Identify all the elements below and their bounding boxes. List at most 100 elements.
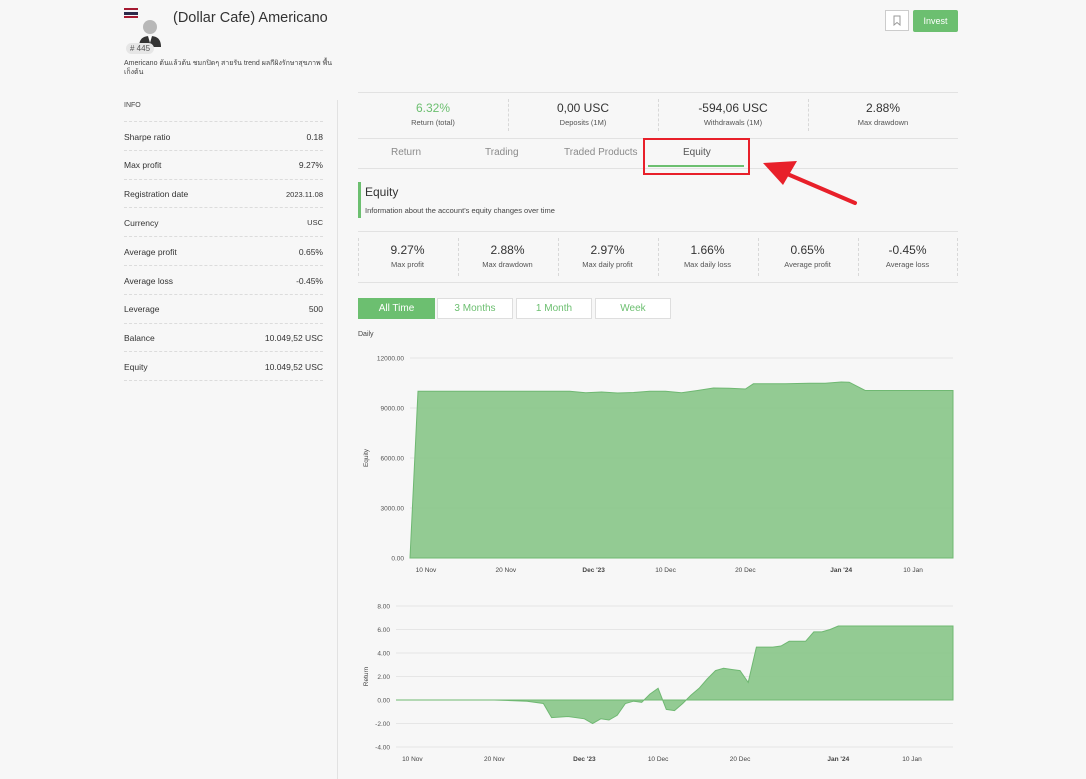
- divider: [358, 231, 958, 232]
- summary-label: Withdrawals (1M): [703, 118, 763, 127]
- y-tick-label: 12000.00: [377, 356, 404, 363]
- x-tick-label: 10 Nov: [402, 756, 423, 763]
- metric-label: Average loss: [885, 260, 930, 269]
- section-title: Equity: [365, 185, 399, 199]
- invest-button[interactable]: Invest: [913, 10, 958, 32]
- metric-value: -0.45%: [888, 243, 927, 257]
- series-area: [409, 381, 954, 559]
- bookmark-icon: [893, 15, 901, 26]
- account-description: Americano ต้นแล้วต้น ชมกปิดๆ สายรัน tren…: [124, 60, 332, 76]
- info-value: USC: [307, 218, 323, 228]
- x-tick-label: Jan '24: [830, 567, 852, 574]
- info-label: Average loss: [124, 275, 173, 286]
- summary-max-drawdown: 2.88% Max drawdown: [808, 101, 958, 127]
- tab-return[interactable]: Return: [391, 147, 421, 158]
- x-tick-label: 10 Jan: [902, 756, 922, 763]
- x-tick-label: 20 Dec: [735, 567, 756, 574]
- x-tick-label: 10 Dec: [655, 567, 676, 574]
- y-axis-label: Return: [363, 666, 370, 686]
- range-1-month-button[interactable]: 1 Month: [516, 298, 592, 319]
- info-row: Registration date 2023.11.08: [124, 178, 323, 209]
- info-row: Balance 10.049,52 USC: [124, 322, 323, 353]
- annotation-highlight-box: [643, 138, 750, 175]
- thailand-flag-icon: [124, 8, 138, 19]
- info-row: Currency USC: [124, 207, 323, 237]
- metric-label: Max profit: [391, 260, 424, 269]
- section-subtitle: Information about the account's equity c…: [365, 206, 555, 215]
- info-value: 2023.11.08: [286, 189, 323, 199]
- metric-value: 0.65%: [790, 243, 825, 257]
- metric-stat: 0.65% Average profit: [758, 243, 857, 269]
- y-tick-label: 3000.00: [381, 506, 405, 513]
- page: # 445 (Dollar Cafe) Americano Americano …: [0, 0, 1086, 779]
- stat-separator: [508, 99, 509, 131]
- info-label: Sharpe ratio: [124, 131, 171, 142]
- info-value: 10.049,52 USC: [264, 361, 323, 372]
- x-tick-label: 10 Nov: [416, 567, 437, 574]
- info-label: Leverage: [124, 304, 160, 315]
- metric-value: 2.97%: [590, 243, 625, 257]
- x-tick-label: 20 Nov: [496, 567, 517, 574]
- series-area: [396, 625, 954, 725]
- stat-separator: [358, 238, 359, 276]
- divider: [358, 282, 958, 283]
- y-tick-label: -2.00: [375, 721, 390, 728]
- info-value: 0.18: [306, 131, 323, 142]
- summary-label: Return (total): [411, 118, 455, 127]
- metric-value: 9.27%: [390, 243, 425, 257]
- info-label: Max profit: [124, 160, 162, 171]
- x-tick-label: 10 Jan: [903, 567, 923, 574]
- tab-trading[interactable]: Trading: [485, 147, 519, 158]
- range-week-button[interactable]: Week: [595, 298, 671, 319]
- stat-separator: [658, 99, 659, 131]
- info-label: Average profit: [124, 246, 177, 257]
- info-label: Equity: [124, 361, 148, 372]
- stat-separator: [458, 238, 459, 276]
- page-title: (Dollar Cafe) Americano: [173, 10, 328, 26]
- summary-deposits: 0,00 USC Deposits (1M): [508, 101, 658, 127]
- info-row: Sharpe ratio 0.18: [124, 121, 323, 151]
- y-tick-label: 6000.00: [381, 456, 405, 463]
- section-accent-bar: [358, 182, 361, 218]
- y-tick-label: 4.00: [377, 651, 390, 658]
- summary-label: Max drawdown: [857, 118, 909, 127]
- y-tick-label: 6.00: [377, 627, 390, 634]
- info-value: 10.049,52 USC: [264, 333, 323, 344]
- stat-separator: [558, 238, 559, 276]
- tab-traded-products[interactable]: Traded Products: [564, 147, 638, 158]
- range-3-months-button[interactable]: 3 Months: [437, 298, 513, 319]
- summary-label: Deposits (1M): [559, 118, 607, 127]
- x-tick-label: Dec '23: [582, 567, 605, 574]
- info-label: Currency: [124, 217, 159, 228]
- x-tick-label: 10 Dec: [648, 756, 669, 763]
- stat-separator: [957, 238, 958, 276]
- info-title: INFO: [124, 102, 141, 109]
- info-value: 500: [308, 304, 323, 315]
- vertical-divider: [337, 100, 338, 779]
- range-all-time-button[interactable]: All Time: [358, 298, 435, 319]
- summary-return: 6.32% Return (total): [358, 101, 508, 127]
- metric-stat: 2.88% Max drawdown: [458, 243, 557, 269]
- return-chart: 8.00 6.00 4.00 2.00 0.00 -2.00 -4.00 10 Nov 20 N…: [363, 604, 954, 763]
- metric-stat: 9.27% Max profit: [358, 243, 457, 269]
- metric-label: Average profit: [784, 260, 831, 269]
- stat-separator: [808, 99, 809, 131]
- info-row: Leverage 500: [124, 293, 323, 324]
- annotation-arrow-icon: [763, 161, 857, 205]
- x-tick-label: Jan '24: [827, 756, 849, 763]
- period-label: Daily: [358, 331, 374, 338]
- info-label: Balance: [124, 333, 155, 344]
- summary-value: 2.88%: [865, 101, 901, 115]
- metric-value: 1.66%: [690, 243, 725, 257]
- summary-value: -594,06 USC: [698, 101, 768, 115]
- summary-withdrawals: -594,06 USC Withdrawals (1M): [658, 101, 808, 127]
- summary-value: 6.32%: [415, 101, 451, 115]
- metric-value: 2.88%: [490, 243, 525, 257]
- x-tick-label: Dec '23: [573, 756, 596, 763]
- equity-chart: 12000.00 9000.00 6000.00 3000.00 0.00 10 Nov 2…: [363, 356, 954, 574]
- bookmark-button[interactable]: [885, 10, 909, 31]
- metric-label: Max daily loss: [683, 260, 732, 269]
- info-row: Max profit 9.27%: [124, 149, 323, 180]
- y-tick-label: 9000.00: [381, 406, 405, 413]
- info-row: Average loss -0.45%: [124, 265, 323, 295]
